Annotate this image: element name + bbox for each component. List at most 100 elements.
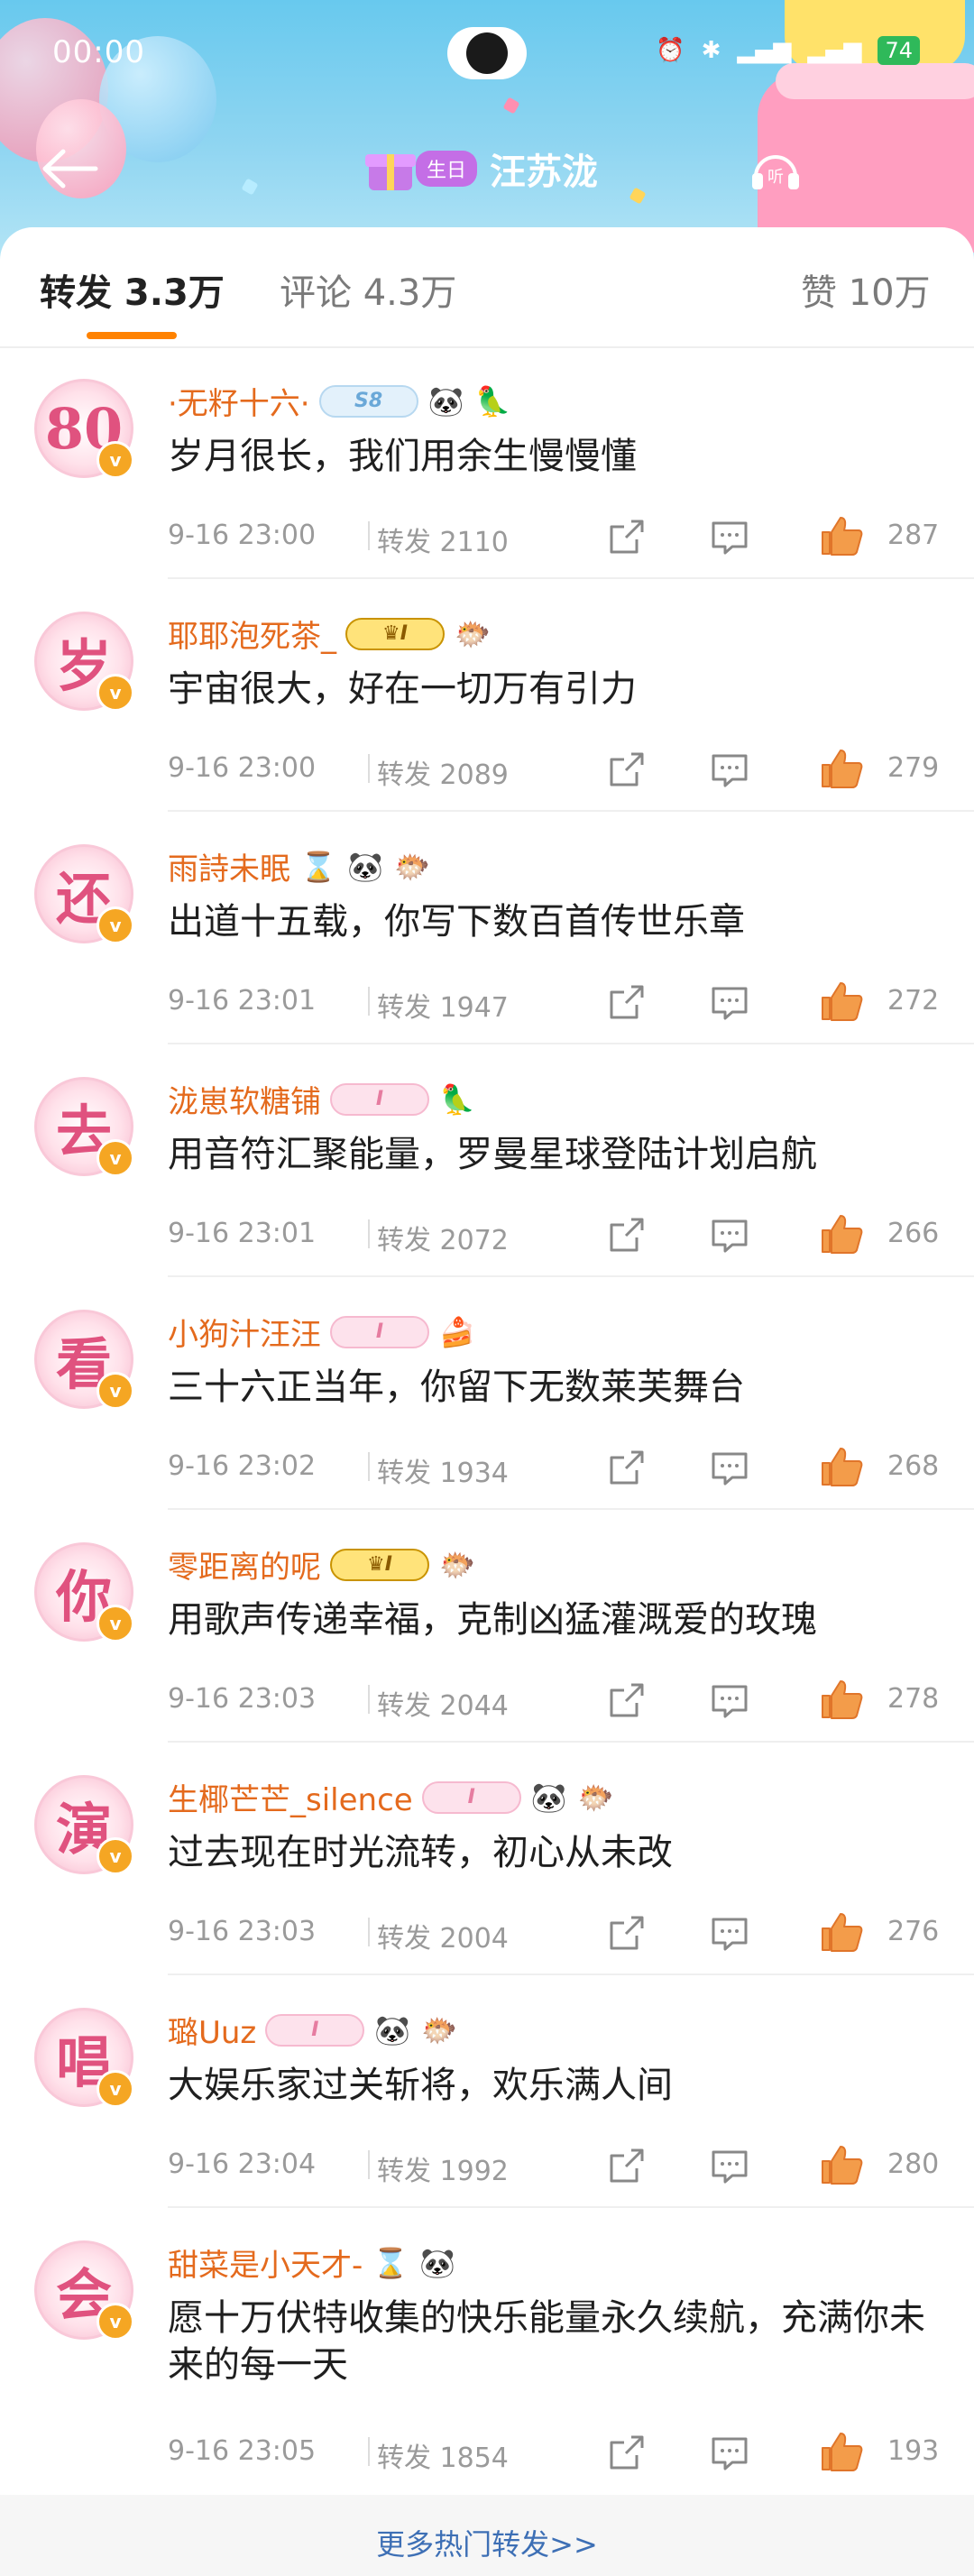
thumbs-up-icon[interactable] [819,514,864,557]
status-time: 00:00 [52,34,145,70]
pufferfish-icon: 🐡 [439,1547,475,1582]
status-icons: ⏰ ✱ ▂▄▆ ▂▄▆ 74 [656,36,920,65]
tab-active-indicator [87,332,177,339]
timestamp: 9-16 23:02 [168,1450,317,1482]
thumbs-up-icon[interactable] [819,1445,864,1488]
timestamp: 9-16 23:05 [168,2435,317,2467]
parrot-icon: 🦜 [474,383,511,419]
thumbs-up-icon[interactable] [819,2143,864,2186]
alarm-icon: ⏰ [656,37,685,64]
post-text: 出道十五载，你写下数百首传世乐章 [168,901,745,943]
avatar[interactable]: 看v [34,1310,134,1410]
share-icon[interactable] [608,983,646,1021]
list-item[interactable]: 看v 小狗汁汪汪 I 🍰 三十六正当年，你留下无数莱芙舞台 9-16 23:02… [0,1277,974,1510]
share-icon[interactable] [608,1681,646,1719]
thumbs-up-icon[interactable] [819,1212,864,1256]
list-item[interactable]: 还v 雨詩未眠 ⌛ 🐼 🐡 出道十五载，你写下数百首传世乐章 9-16 23:0… [0,812,974,1044]
avatar[interactable]: 会v [34,2240,134,2341]
tab-repost[interactable]: 转发 3.3万 [40,263,225,316]
list-item[interactable]: 去v 泷崽软糖铺 I 🦜 用音符汇聚能量，罗曼星球登陆计划启航 9-16 23:… [0,1044,974,1277]
comment-icon[interactable] [711,2147,749,2185]
share-icon[interactable] [608,1449,646,1486]
list-item[interactable]: 演v 生椰芒芒_silence I 🐼 🐡 过去现在时光流转，初心从未改 9-1… [0,1743,974,1975]
list-item[interactable]: 会v 甜菜是小天才- ⌛ 🐼 愿十万伏特收集的快乐能量永久续航，充满你未来的每一… [0,2208,974,2495]
share-icon[interactable] [608,1914,646,1952]
pufferfish-icon: 🐡 [394,849,430,884]
tab-bar: 转发 3.3万 评论 4.3万 赞 10万 [0,227,974,346]
like-count: 287 [887,520,940,551]
confetti-decoration [629,187,647,205]
thumbs-up-icon[interactable] [819,2430,864,2473]
username[interactable]: 生椰芒芒_silence [168,1775,413,1819]
username[interactable]: 雨詩未眠 [168,844,290,888]
birthday-tag: 生日 [416,151,478,187]
thumbs-up-icon[interactable] [819,747,864,790]
list-item[interactable]: 唱v 璐Uuz I 🐼 🐡 大娱乐家过关斩将，欢乐满人间 9-16 23:04 … [0,1975,974,2208]
cake-slice-icon: 🍰 [439,1314,475,1349]
avatar[interactable]: 你v [34,1542,134,1642]
avatar[interactable]: 80 v [34,379,134,479]
comment-icon[interactable] [711,518,749,556]
username[interactable]: 甜菜是小天才- [168,2240,363,2285]
repost-count: 转发 2110 [377,527,509,558]
page-title[interactable]: 汪苏泷 [490,143,598,195]
timestamp: 9-16 23:01 [168,985,317,1017]
tab-like[interactable]: 赞 10万 [801,263,931,316]
list-item[interactable]: 岁v 耶耶泡死茶_ ♛ I 🐡 宇宙很大，好在一切万有引力 9-16 23:00… [0,579,974,812]
comment-icon[interactable] [711,1449,749,1486]
share-icon[interactable] [608,1216,646,1254]
headphones-icon[interactable]: 听 [749,144,803,195]
username[interactable]: 璐Uuz [168,2008,256,2052]
share-icon[interactable] [608,2147,646,2185]
more-reposts-link[interactable]: 更多热门转发>> [0,2522,974,2563]
share-icon[interactable] [608,750,646,788]
confetti-decoration [502,97,520,115]
thumbs-up-icon[interactable] [819,980,864,1023]
divider [368,1685,370,1714]
username[interactable]: 小狗汁汪汪 [168,1310,321,1354]
like-count: 268 [887,1450,940,1482]
username[interactable]: ·无籽十六· [168,379,310,423]
list-item[interactable]: 你v 零距离的呢 ♛ I 🐡 用歌声传递幸福，克制凶猛灌溉爱的玫瑰 9-16 2… [0,1510,974,1743]
like-count: 280 [887,2148,940,2180]
username[interactable]: 零距离的呢 [168,1542,321,1587]
share-icon[interactable] [608,518,646,556]
comment-icon[interactable] [711,1914,749,1952]
member-level-badge: I [265,2013,365,2047]
avatar[interactable]: 去v [34,1077,134,1177]
divider [368,2437,370,2466]
list-item[interactable]: 80 v ·无籽十六· S8 🐼 🦜 岁月很长，我们用余生慢慢懂 9-16 23:… [0,346,974,579]
like-count: 276 [887,1916,940,1947]
avatar[interactable]: 岁v [34,612,134,712]
timestamp: 9-16 23:00 [168,520,317,551]
post-text: 愿十万伏特收集的快乐能量永久续航，充满你未来的每一天 [168,2297,925,2386]
comment-icon[interactable] [711,750,749,788]
tab-comment[interactable]: 评论 4.3万 [280,263,456,316]
panda-icon: 🐼 [419,2245,456,2280]
thumbs-up-icon[interactable] [819,1910,864,1954]
thumbs-up-icon[interactable] [819,1678,864,1721]
avatar[interactable]: 演v [34,1775,134,1875]
comment-icon[interactable] [711,2433,749,2471]
share-icon[interactable] [608,2433,646,2471]
repost-count: 转发 1854 [377,2443,509,2474]
verified-badge-icon: v [96,674,134,712]
comment-icon[interactable] [711,983,749,1021]
like-count: 272 [887,985,940,1017]
timestamp: 9-16 23:04 [168,2148,317,2180]
comment-icon[interactable] [711,1216,749,1254]
pufferfish-icon: 🐡 [577,1780,614,1815]
comment-icon[interactable] [711,1681,749,1719]
panda-icon: 🐼 [374,2012,411,2047]
avatar[interactable]: 还v [34,844,134,944]
member-level-badge: I [330,1315,429,1348]
back-arrow-icon[interactable] [36,146,99,191]
divider [368,1452,370,1481]
username[interactable]: 泷崽软糖铺 [168,1077,321,1121]
repost-count: 转发 1934 [377,1458,509,1489]
verified-badge-icon: v [96,2070,134,2108]
like-count: 279 [887,752,940,784]
username[interactable]: 耶耶泡死茶_ [168,612,336,656]
avatar[interactable]: 唱v [34,2008,134,2108]
post-text: 大娱乐家过关斩将，欢乐满人间 [168,2065,673,2106]
